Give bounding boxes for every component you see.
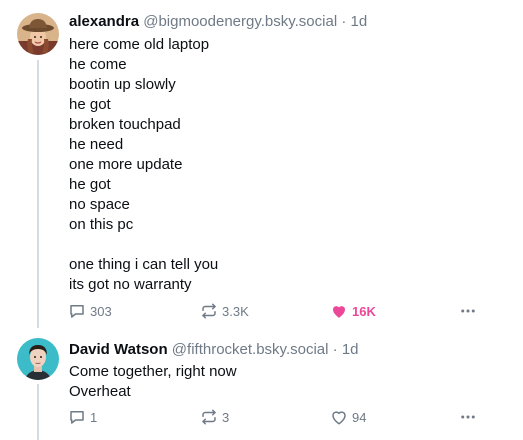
author-handle[interactable]: @bigmoodenergy.bsky.social — [143, 13, 337, 30]
repost-button[interactable]: 3.3K — [200, 299, 249, 323]
heart-outline-icon — [332, 411, 346, 425]
repost-icon — [202, 303, 216, 319]
post-text: Come together, right now Overheat — [69, 363, 237, 400]
avatar[interactable] — [17, 338, 59, 380]
thread-line — [37, 60, 39, 328]
repost-count: 3 — [222, 409, 230, 425]
like-count: 16K — [352, 303, 376, 319]
repost-count: 3.3K — [222, 303, 249, 319]
post-header: alexandra @bigmoodenergy.bsky.social · 1… — [69, 12, 367, 32]
repost-button[interactable]: 3 — [200, 405, 229, 429]
author-name[interactable]: alexandra — [69, 13, 139, 30]
post-header: David Watson @fifthrocket.bsky.social · … — [69, 340, 359, 360]
author-handle[interactable]: @fifthrocket.bsky.social — [172, 341, 329, 358]
avatar[interactable] — [17, 13, 59, 55]
ellipsis-icon — [461, 415, 475, 419]
reply-count: 303 — [90, 303, 112, 319]
avatar-man-icon — [17, 338, 59, 380]
reply-button[interactable]: 303 — [68, 299, 112, 323]
heart-filled-icon — [333, 306, 345, 318]
post-time[interactable]: 1d — [342, 341, 359, 358]
like-button[interactable]: 16K — [330, 299, 376, 323]
avatar-woman-hat-icon — [17, 13, 59, 55]
repost-icon — [202, 409, 216, 425]
author-name[interactable]: David Watson — [69, 341, 168, 358]
reply-icon — [70, 305, 84, 318]
more-options-button[interactable] — [457, 299, 479, 323]
reply-button[interactable]: 1 — [68, 405, 97, 429]
reply-count: 1 — [90, 409, 98, 425]
more-options-button[interactable] — [457, 405, 479, 429]
post-text: here come old laptop he come bootin up s… — [69, 36, 219, 293]
post-alexandra[interactable]: alexandra @bigmoodenergy.bsky.social · 1… — [0, 0, 523, 328]
separator: · — [332, 341, 338, 358]
post-actions: 303 3.3K 16K — [0, 299, 523, 323]
reply-icon — [70, 411, 84, 424]
separator: · — [341, 13, 347, 30]
post-david-watson[interactable]: David Watson @fifthrocket.bsky.social · … — [0, 328, 523, 440]
post-time[interactable]: 1d — [351, 13, 368, 30]
ellipsis-icon — [461, 309, 475, 313]
like-button[interactable]: 94 — [330, 405, 366, 429]
post-actions: 1 3 94 — [0, 405, 523, 429]
like-count: 94 — [352, 409, 367, 425]
